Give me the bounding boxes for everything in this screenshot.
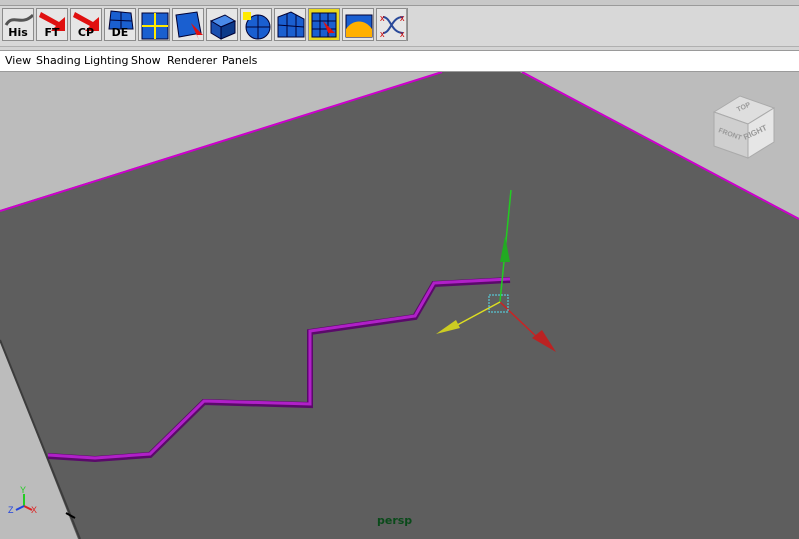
bridge-button[interactable] [274, 8, 306, 41]
select-face-button[interactable] [172, 8, 204, 41]
wedge-icon [343, 9, 373, 40]
svg-text:x: x [400, 13, 405, 23]
menu-show[interactable]: Show [131, 54, 161, 67]
select-face-icon [173, 9, 203, 40]
extrude-button[interactable] [206, 8, 238, 41]
freeze-transform-button[interactable]: FT [36, 8, 68, 41]
bridge-icon [275, 9, 305, 40]
history-button[interactable]: His [2, 8, 34, 41]
perspective-viewport[interactable]: Y X Z [0, 72, 799, 539]
axis-y-label: Y [20, 485, 26, 495]
menu-renderer[interactable]: Renderer [167, 54, 217, 67]
camera-name-label: persp [377, 514, 413, 527]
axis-x-label: X [31, 505, 37, 515]
center-pivot-label: CP [77, 26, 95, 39]
axis-z-label: Z [8, 505, 14, 515]
wedge-button[interactable] [342, 8, 374, 41]
delete-edges-label: DE [111, 26, 129, 39]
freeze-transform-label: FT [44, 26, 60, 39]
extrude-icon [207, 9, 237, 40]
svg-text:x: x [380, 29, 385, 39]
shelf-tabs-strip [0, 0, 799, 6]
menu-shading[interactable]: Shading [36, 54, 81, 67]
view-cube[interactable]: TOP FRONT RIGHT [712, 94, 776, 160]
select-vertex-button[interactable] [308, 8, 340, 41]
delete-edges-button[interactable]: DE [104, 8, 136, 41]
node-graph-icon: x x x x [377, 9, 407, 40]
node-graph-button[interactable]: x x x x [376, 8, 408, 41]
smooth-sphere-icon [241, 9, 271, 40]
menu-panels[interactable]: Panels [222, 54, 257, 67]
split-polygon-button[interactable] [138, 8, 170, 41]
history-label: His [8, 26, 28, 39]
split-polygon-icon [139, 9, 169, 40]
shelf-toolbar: His FT CP DE x x x x [0, 0, 799, 47]
select-vertex-icon [309, 9, 339, 40]
svg-text:x: x [380, 13, 385, 23]
panel-menu-bar: View Shading Lighting Show Renderer Pane… [0, 50, 799, 72]
smooth-sphere-button[interactable] [240, 8, 272, 41]
shelf-separator [406, 8, 407, 41]
svg-text:x: x [400, 29, 405, 39]
menu-view[interactable]: View [5, 54, 31, 67]
center-pivot-button[interactable]: CP [70, 8, 102, 41]
menu-lighting[interactable]: Lighting [84, 54, 128, 67]
